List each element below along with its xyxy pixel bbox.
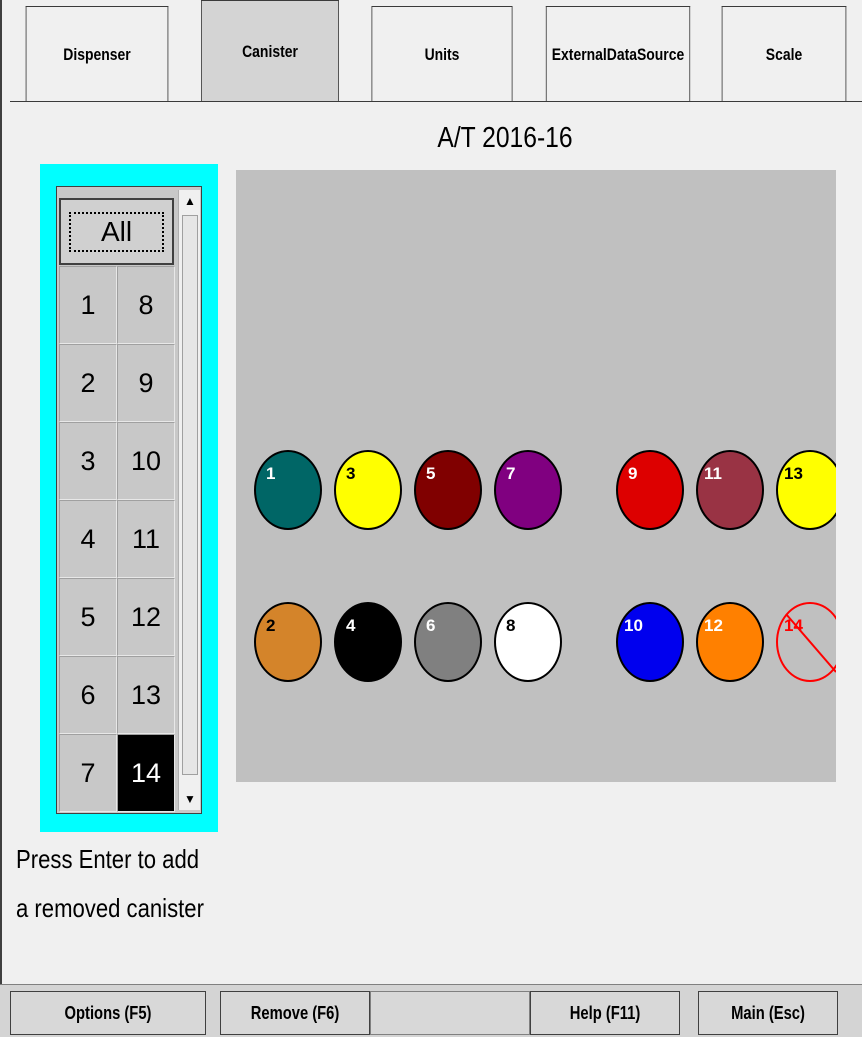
canister-number: 13 bbox=[784, 464, 803, 483]
canister-list-item[interactable]: 9 bbox=[117, 344, 175, 422]
tab-dispenser[interactable]: Dispenser bbox=[25, 6, 169, 102]
canister-slot[interactable]: 11 bbox=[696, 450, 764, 530]
tab-label: Scale bbox=[765, 44, 803, 64]
removed-canister-slot[interactable]: 14 bbox=[776, 602, 836, 682]
options-button[interactable]: Options (F5) bbox=[10, 991, 206, 1035]
tab-label: ExternalDataSource bbox=[551, 44, 685, 64]
hint-text-line1: Press Enter to add bbox=[16, 844, 200, 874]
options-button-label: Options (F5) bbox=[64, 1002, 152, 1023]
tab-bar: Dispenser Canister Units ExternalDataSou… bbox=[10, 0, 862, 112]
canister-list-item[interactable]: 7 bbox=[59, 734, 117, 812]
tab-divider bbox=[10, 101, 862, 102]
canister-slot[interactable]: 5 bbox=[414, 450, 482, 530]
tab-label: Dispenser bbox=[63, 44, 131, 64]
tab-externaldatasource[interactable]: ExternalDataSource bbox=[545, 6, 691, 102]
canister-slot[interactable]: 7 bbox=[494, 450, 562, 530]
canister-number: 6 bbox=[426, 616, 436, 635]
canister-list-item[interactable]: 3 bbox=[59, 422, 117, 500]
canister-number: 10 bbox=[624, 616, 643, 635]
canister-number: 14 bbox=[784, 616, 803, 635]
tab-scale[interactable]: Scale bbox=[721, 6, 847, 102]
remove-button-label: Remove (F6) bbox=[250, 1002, 340, 1023]
scroll-down-arrow-icon[interactable]: ▼ bbox=[179, 788, 201, 810]
canister-number: 2 bbox=[266, 616, 276, 635]
canister-list-item[interactable]: 5 bbox=[59, 578, 117, 656]
canister-slot[interactable]: 9 bbox=[616, 450, 684, 530]
canister-slot[interactable]: 6 bbox=[414, 602, 482, 682]
main-button[interactable]: Main (Esc) bbox=[698, 991, 838, 1035]
canister-list-item[interactable]: 11 bbox=[117, 500, 175, 578]
canister-list-item[interactable]: 10 bbox=[117, 422, 175, 500]
toolbar-spacer bbox=[370, 991, 530, 1035]
canister-number: 12 bbox=[704, 616, 723, 635]
tab-units[interactable]: Units bbox=[371, 6, 513, 102]
canister-layout-panel: 1 3 5 7 9 11 13 2 4 6 8 10 12 14 bbox=[236, 170, 836, 782]
help-button-label: Help (F11) bbox=[569, 1002, 641, 1023]
canister-list-item[interactable]: 1 bbox=[59, 266, 117, 344]
canister-slot[interactable]: 1 bbox=[254, 450, 322, 530]
tab-canister[interactable]: Canister bbox=[201, 0, 339, 102]
canister-number: 4 bbox=[346, 616, 356, 635]
canister-slot[interactable]: 12 bbox=[696, 602, 764, 682]
scroll-up-arrow-icon[interactable]: ▲ bbox=[179, 190, 201, 212]
scroll-thumb[interactable] bbox=[182, 215, 198, 775]
canister-slot[interactable]: 4 bbox=[334, 602, 402, 682]
canister-slot[interactable]: 3 bbox=[334, 450, 402, 530]
canister-list-item[interactable]: 14 bbox=[117, 734, 175, 812]
tab-label: Canister bbox=[242, 41, 298, 61]
canister-number: 7 bbox=[506, 464, 516, 483]
canister-list-item[interactable]: 13 bbox=[117, 656, 175, 734]
canister-slot[interactable]: 10 bbox=[616, 602, 684, 682]
tab-label: Units bbox=[424, 44, 460, 64]
main-button-label: Main (Esc) bbox=[731, 1002, 805, 1023]
canister-number: 8 bbox=[506, 616, 516, 635]
canister-slot[interactable]: 13 bbox=[776, 450, 836, 530]
canister-slot[interactable]: 8 bbox=[494, 602, 562, 682]
all-button[interactable]: All bbox=[59, 198, 174, 265]
help-button[interactable]: Help (F11) bbox=[530, 991, 680, 1035]
canister-slot[interactable]: 2 bbox=[254, 602, 322, 682]
all-button-label: All bbox=[69, 211, 164, 252]
canister-number: 1 bbox=[266, 464, 276, 483]
canister-number: 3 bbox=[346, 464, 356, 483]
canister-list-item[interactable]: 8 bbox=[117, 266, 175, 344]
canister-number: 5 bbox=[426, 464, 436, 483]
canister-list-item[interactable]: 12 bbox=[117, 578, 175, 656]
remove-button[interactable]: Remove (F6) bbox=[220, 991, 370, 1035]
canister-list-item[interactable]: 6 bbox=[59, 656, 117, 734]
canister-number: 9 bbox=[628, 464, 638, 483]
canister-number: 11 bbox=[704, 464, 722, 483]
hint-text-line2: a removed canister bbox=[16, 893, 204, 923]
canister-list-item[interactable]: 4 bbox=[59, 500, 117, 578]
canister-list-item[interactable]: 2 bbox=[59, 344, 117, 422]
page-title: A/T 2016-16 bbox=[437, 122, 573, 154]
list-scrollbar[interactable]: ▲ ▼ bbox=[178, 190, 200, 810]
